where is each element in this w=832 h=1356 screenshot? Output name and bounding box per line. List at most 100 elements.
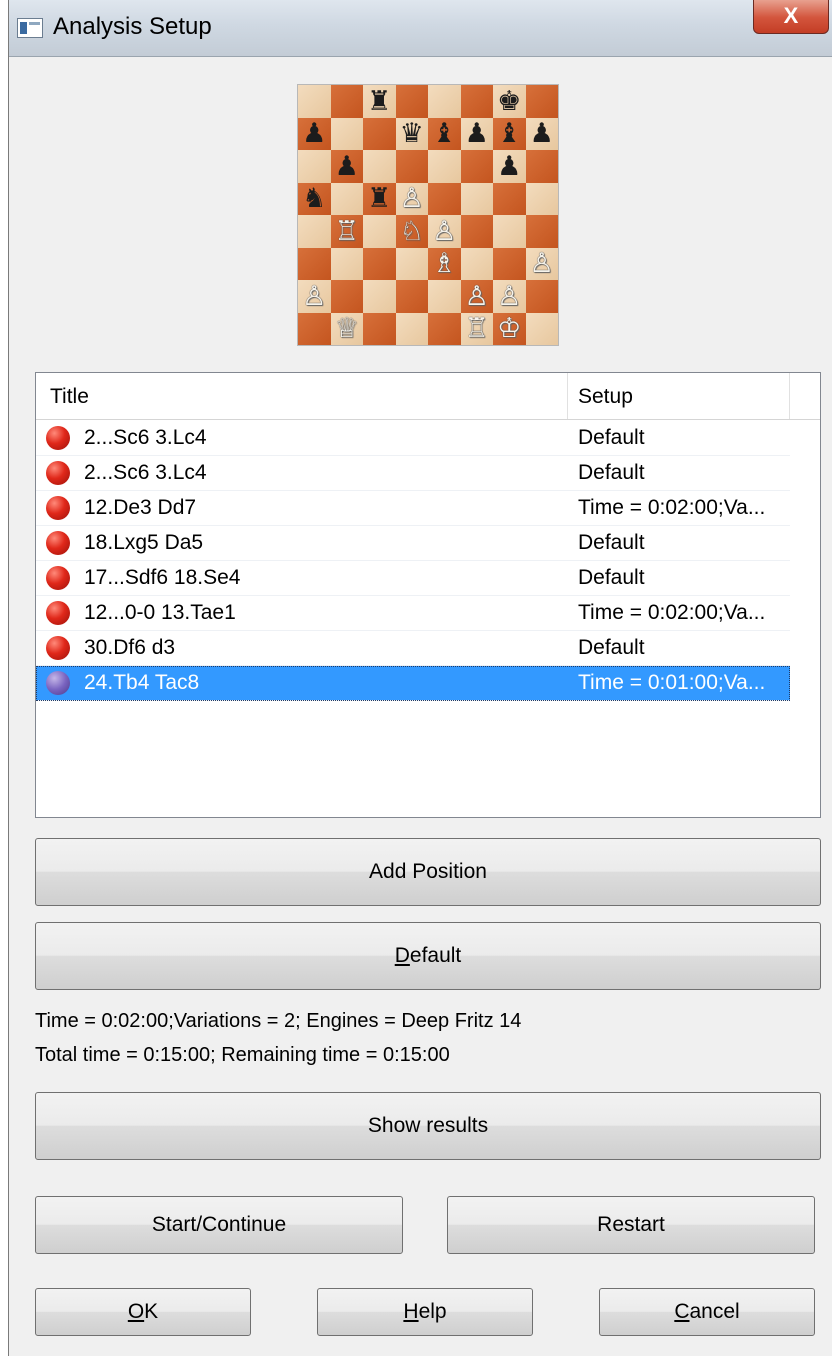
help-button[interactable]: Help	[317, 1288, 533, 1336]
board-square	[460, 215, 493, 248]
list-item[interactable]: 2...Sc6 3.Lc4 Default	[36, 421, 790, 456]
board-square	[460, 85, 493, 118]
chess-piece-icon: ♔	[497, 313, 522, 345]
board-square: ♜	[363, 85, 396, 118]
list-item-setup: Default	[578, 461, 645, 484]
chess-board-preview: ♜ ♚ ♟ ♛ ♝ ♟ ♝ ♟ ♟ ♟ ♞ ♜ ♙ ♖ ♘ ♙ ♗ ♙ ♙ ♙ ♙ ♕ ♖ ♔	[297, 84, 559, 346]
column-header-setup[interactable]: Setup	[568, 373, 790, 419]
board-square	[460, 182, 493, 215]
list-item[interactable]: 18.Lxg5 Da5 Default	[36, 526, 790, 561]
chess-piece-icon: ♜	[367, 183, 392, 215]
analysis-setup-dialog: Analysis Setup X ♜ ♚ ♟ ♛ ♝ ♟ ♝ ♟ ♟ ♟ ♞ ♜ ♙ ♖ ♘ ♙ ♗ ♙ ♙ ♙ ♙ ♕ ♖…	[8, 0, 832, 1356]
list-item[interactable]: 30.Df6 d3 Default	[36, 631, 790, 666]
positions-list[interactable]: Title Setup 2...Sc6 3.Lc4 Default 2...Sc6 …	[35, 372, 821, 818]
chess-piece-icon: ♙	[464, 280, 489, 312]
restart-label: Restart	[597, 1213, 665, 1236]
default-button[interactable]: Default	[35, 922, 821, 990]
board-square	[330, 182, 363, 215]
list-item-title: 18.Lxg5 Da5	[84, 531, 204, 554]
chess-piece-icon: ♗	[432, 248, 457, 280]
chess-piece-icon: ♙	[497, 280, 522, 312]
chess-piece-icon: ♘	[399, 215, 424, 247]
board-square: ♖	[460, 312, 493, 345]
board-square: ♟	[298, 117, 331, 150]
cancel-button[interactable]: Cancel	[599, 1288, 815, 1336]
chess-piece-icon: ♙	[302, 280, 327, 312]
red-circle-icon	[46, 496, 70, 520]
board-square: ♝	[493, 117, 526, 150]
board-square	[493, 215, 526, 248]
title-bar[interactable]: Analysis Setup X	[9, 0, 832, 57]
chess-piece-icon: ♝	[497, 118, 522, 150]
list-item[interactable]: 12.De3 Dd7 Time = 0:02:00;Va...	[36, 491, 790, 526]
default-label: efault	[409, 944, 462, 967]
red-circle-icon	[46, 566, 70, 590]
list-item[interactable]: 12...0-0 13.Tae1 Time = 0:02:00;Va...	[36, 596, 790, 631]
help-accel: H	[403, 1300, 419, 1323]
board-square	[363, 117, 396, 150]
cancel-label: ancel	[689, 1300, 740, 1323]
list-item-title: 30.Df6 d3	[84, 636, 176, 659]
chess-piece-icon: ♟	[497, 150, 522, 182]
chess-piece-icon: ♙	[529, 248, 554, 280]
list-item-title: 12...0-0 13.Tae1	[84, 601, 236, 624]
chess-piece-icon: ♞	[302, 183, 327, 215]
list-item[interactable]: 17...Sdf6 18.Se4 Default	[36, 561, 790, 596]
chess-piece-icon: ♟	[334, 150, 359, 182]
list-item-setup: Default	[578, 566, 645, 589]
board-square	[330, 85, 363, 118]
board-square	[298, 312, 331, 345]
board-square	[363, 247, 396, 280]
board-square	[395, 247, 428, 280]
board-square: ♙	[493, 280, 526, 313]
board-square	[363, 215, 396, 248]
red-circle-icon	[46, 461, 70, 485]
chess-piece-icon: ♙	[432, 215, 457, 247]
ok-button[interactable]: OK	[35, 1288, 251, 1336]
close-button[interactable]: X	[753, 0, 829, 34]
add-position-button[interactable]: Add Position	[35, 838, 821, 906]
board-square	[525, 215, 558, 248]
board-square: ♟	[330, 150, 363, 183]
purple-circle-icon	[46, 671, 70, 695]
list-item-setup: Time = 0:01:00;Va...	[578, 671, 766, 694]
start-continue-label: Start/Continue	[151, 1213, 287, 1236]
list-item[interactable]: 24.Tb4 Tac8 Time = 0:01:00;Va...	[36, 666, 790, 701]
list-item[interactable]: 2...Sc6 3.Lc4 Default	[36, 456, 790, 491]
board-square	[525, 182, 558, 215]
board-square: ♟	[525, 117, 558, 150]
board-square	[363, 280, 396, 313]
board-square: ♔	[493, 312, 526, 345]
board-square	[428, 150, 461, 183]
board-square	[363, 150, 396, 183]
restart-button[interactable]: Restart	[447, 1196, 815, 1254]
board-square: ♙	[460, 280, 493, 313]
board-square	[493, 247, 526, 280]
chess-piece-icon: ♕	[334, 313, 359, 345]
list-item-title: 12.De3 Dd7	[84, 496, 197, 519]
setup-summary: Time = 0:02:00;Variations = 2; Engines =…	[35, 1010, 522, 1032]
list-item-title: 17...Sdf6 18.Se4	[84, 566, 241, 589]
cancel-accel: C	[674, 1300, 690, 1323]
list-item-title: 2...Sc6 3.Lc4	[84, 426, 207, 449]
chess-piece-icon: ♚	[497, 85, 522, 117]
chess-piece-icon: ♖	[464, 313, 489, 345]
board-square: ♞	[298, 182, 331, 215]
board-square: ♗	[428, 247, 461, 280]
board-square: ♙	[525, 247, 558, 280]
board-square: ♚	[493, 85, 526, 118]
board-square: ♙	[395, 182, 428, 215]
chess-piece-icon: ♟	[464, 118, 489, 150]
board-square	[330, 117, 363, 150]
board-square	[395, 280, 428, 313]
board-square	[428, 280, 461, 313]
column-header-title[interactable]: Title	[36, 373, 568, 419]
board-square	[330, 247, 363, 280]
start-continue-button[interactable]: Start/Continue	[35, 1196, 403, 1254]
board-square: ♝	[428, 117, 461, 150]
chess-piece-icon: ♜	[367, 85, 392, 117]
red-circle-icon	[46, 636, 70, 660]
show-results-button[interactable]: Show results	[35, 1092, 821, 1160]
chess-piece-icon: ♟	[529, 118, 554, 150]
window-title: Analysis Setup	[53, 13, 212, 40]
